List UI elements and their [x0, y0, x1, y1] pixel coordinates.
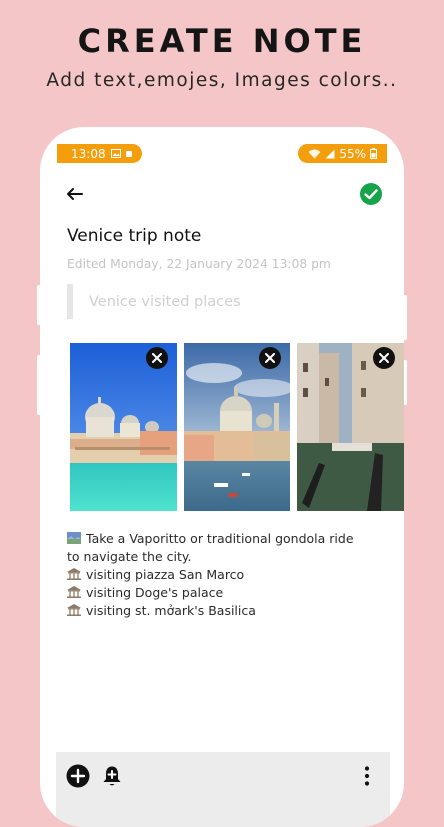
add-item-button[interactable]	[66, 764, 90, 788]
note-line-text: visiting st. mởark's Basilica	[86, 603, 256, 618]
add-circle-icon	[66, 764, 90, 788]
image-gallery[interactable]	[70, 343, 404, 511]
remove-image-button[interactable]	[259, 347, 281, 369]
note-image[interactable]	[297, 343, 404, 511]
save-button[interactable]	[359, 182, 383, 206]
classical-building-icon	[67, 604, 81, 616]
classical-building-icon	[67, 568, 81, 580]
note-subtitle-block	[67, 284, 377, 319]
remove-image-button[interactable]	[373, 347, 395, 369]
promo-subtitle: Add text,emojes, Images colors..	[46, 70, 398, 91]
gallery-notification-icon	[110, 149, 121, 158]
close-icon	[379, 353, 389, 363]
landscape-icon	[67, 532, 81, 544]
note-body-line: visiting st. mởark's Basilica	[67, 602, 392, 620]
arrow-left-icon	[67, 188, 83, 200]
classical-building-icon	[67, 586, 81, 598]
battery-icon	[370, 148, 377, 159]
note-body[interactable]: Take a Vaporitto or traditional gondola …	[67, 530, 392, 620]
note-line-text: visiting piazza San Marco	[86, 567, 245, 582]
more-options-button[interactable]	[355, 764, 379, 788]
note-body-line: to navigate the city.	[67, 548, 392, 566]
more-vertical-icon	[364, 766, 370, 786]
signal-icon	[325, 149, 335, 158]
note-line-text: Take a Vaporitto or traditional gondola …	[86, 531, 354, 546]
promo-title: CREATE NOTE	[77, 22, 367, 60]
check-circle-icon	[360, 183, 382, 205]
wifi-icon	[308, 149, 321, 158]
notification-dot-icon	[125, 150, 132, 157]
bottom-toolbar	[56, 752, 390, 827]
close-icon	[152, 353, 162, 363]
note-line-text: to navigate the city.	[67, 549, 192, 564]
add-reminder-bell-icon	[103, 766, 121, 786]
note-subtitle-input[interactable]	[87, 289, 371, 315]
note-edited-date: Edited Monday, 22 January 2024 13:08 pm	[67, 257, 331, 271]
status-battery-pill: 55%	[298, 144, 387, 163]
note-line-text: visiting Doge's palace	[86, 585, 224, 600]
close-icon	[265, 353, 275, 363]
note-body-line: visiting piazza San Marco	[67, 566, 392, 584]
note-title[interactable]: Venice trip note	[67, 226, 201, 246]
back-button[interactable]	[65, 184, 85, 204]
subtitle-indicator-bar	[67, 284, 73, 319]
note-body-line: Take a Vaporitto or traditional gondola …	[67, 530, 392, 548]
phone-screen: 13:08 55% Venice trip note Edited Monday…	[40, 127, 404, 827]
note-image[interactable]	[184, 343, 290, 511]
remove-image-button[interactable]	[146, 347, 168, 369]
note-body-line: visiting Doge's palace	[67, 584, 392, 602]
status-bar: 13:08 55%	[40, 127, 404, 167]
note-image[interactable]	[70, 343, 177, 511]
status-time: 13:08	[71, 146, 106, 161]
status-time-pill: 13:08	[57, 144, 142, 163]
add-reminder-button[interactable]	[100, 764, 124, 788]
battery-level: 55%	[339, 146, 366, 161]
